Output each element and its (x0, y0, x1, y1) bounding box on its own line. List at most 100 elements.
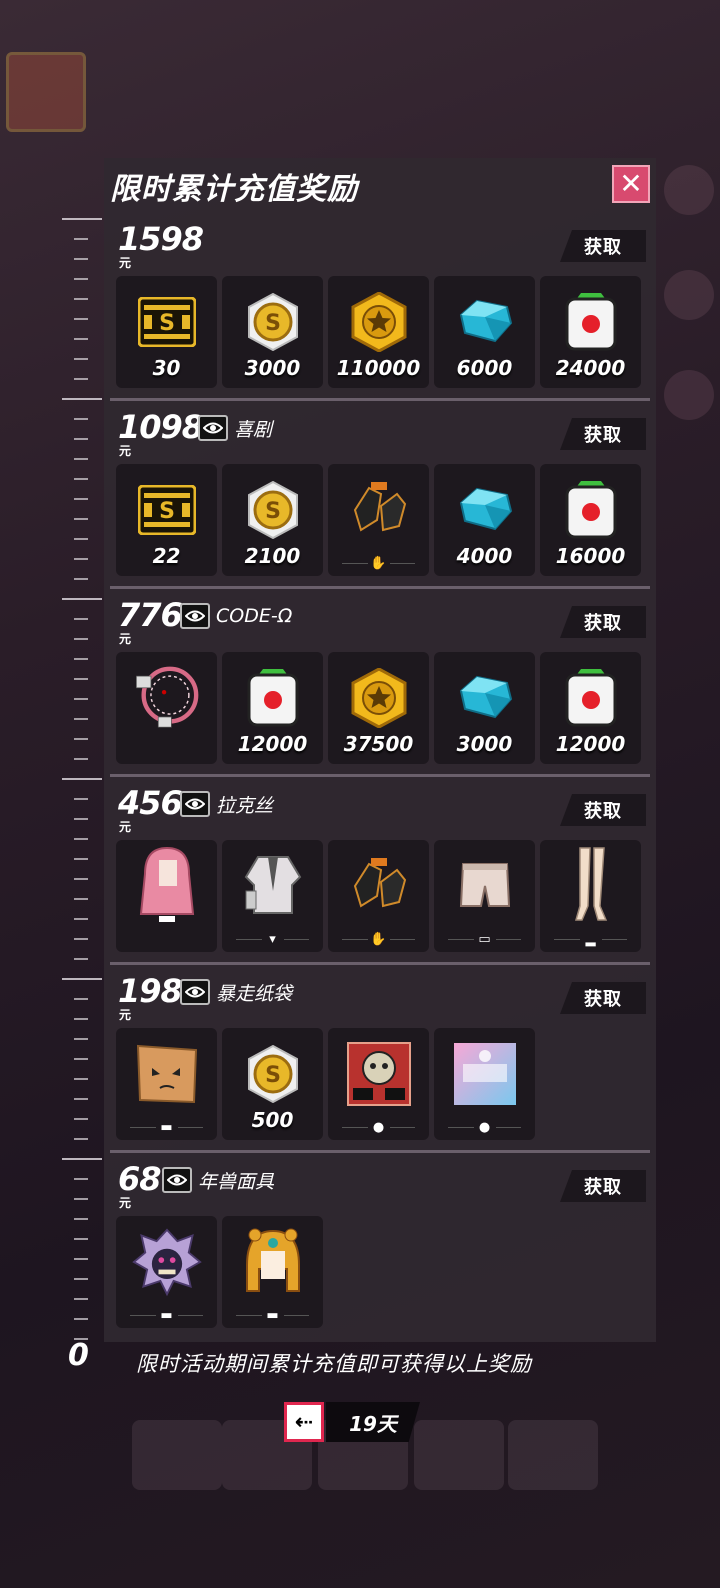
reward-item[interactable]: ▬ (116, 1028, 217, 1140)
tier-divider (110, 1150, 650, 1153)
skin-preview-tag[interactable]: CODE-Ω (180, 602, 292, 630)
reward-item[interactable] (116, 652, 217, 764)
reward-item[interactable]: 12000 (222, 652, 323, 764)
item-quantity: 500 (251, 1108, 294, 1132)
reward-items: ▾ ✋ ▭ ▂ (116, 840, 641, 952)
ruler-tick (74, 678, 88, 680)
ruler-tick (62, 598, 102, 600)
reward-item[interactable] (116, 840, 217, 952)
ruler-tick (62, 978, 102, 980)
ruler-tick (74, 438, 88, 440)
eye-icon[interactable] (198, 415, 228, 441)
close-button[interactable]: ✕ (612, 165, 650, 203)
eye-icon[interactable] (180, 791, 210, 817)
pants-slot-icon: ▭ (473, 931, 496, 947)
get-button[interactable]: 获取 (560, 606, 646, 638)
tier-68: 68 元年兽面具 获取 ▬ ▬ (110, 1150, 650, 1338)
reward-item[interactable]: 3000 (434, 652, 535, 764)
eye-icon[interactable] (162, 1167, 192, 1193)
get-button[interactable]: 获取 (560, 982, 646, 1014)
skin-name: 喜剧 (234, 418, 273, 441)
ruler-tick (74, 298, 88, 300)
glove-slot-icon: ✋ (367, 555, 390, 571)
reward-item[interactable]: 24000 (540, 276, 641, 388)
shop-nav (414, 1420, 504, 1490)
timer-icon[interactable]: ⇠ (284, 1402, 324, 1442)
reward-item[interactable]: 6000 (434, 276, 535, 388)
gold-coin-icon: S (238, 476, 308, 544)
get-button[interactable]: 获取 (560, 1170, 646, 1202)
star-medal-icon (344, 288, 414, 356)
panel-title: 限时累计充值奖励 (110, 172, 358, 207)
ruler-tick (74, 1018, 88, 1020)
reward-item[interactable]: ▾ (222, 840, 323, 952)
person-slot-icon: ● (473, 1119, 496, 1135)
reward-item[interactable]: S 22 (116, 464, 217, 576)
reward-item[interactable]: 4000 (434, 464, 535, 576)
lion-mask-icon (131, 1228, 202, 1297)
reward-items: S 30 S 3000 110000 6000 24000 (116, 276, 641, 388)
reward-item[interactable]: ▬ (116, 1216, 217, 1328)
skin-preview-tag[interactable]: 年兽面具 (162, 1166, 274, 1194)
paper-bag-icon (132, 1040, 202, 1108)
ruler-tick (74, 898, 88, 900)
tier-456: 456 元 拉克丝 获取 ▾ ✋ ▭ ▂ (110, 774, 650, 962)
reward-items: 12000 37500 3000 12000 (116, 652, 641, 764)
ruler-tick (74, 1098, 88, 1100)
reward-item[interactable]: ● (434, 1028, 535, 1140)
ruler-tick (74, 1058, 88, 1060)
ruler-tick (74, 258, 88, 260)
reward-item[interactable]: ▭ (434, 840, 535, 952)
pink-hair-icon (132, 846, 202, 922)
ruler-tick (74, 238, 88, 240)
get-button[interactable]: 获取 (560, 794, 646, 826)
tier-amount: 1598 (118, 220, 204, 258)
reward-item[interactable]: ✋ (328, 464, 429, 576)
ruler-tick (74, 458, 88, 460)
hat-slot-icon: ▬ (155, 1119, 178, 1135)
tiger-hood-icon (238, 1228, 308, 1296)
ruler-tick (74, 278, 88, 280)
ruler-tick (74, 358, 88, 360)
tier-amount: 68 (118, 1160, 162, 1198)
item-quantity: 30 (152, 356, 181, 380)
reward-item[interactable]: S 2100 (222, 464, 323, 576)
skin-preview-tag[interactable]: 喜剧 (198, 414, 272, 442)
reward-item[interactable]: ✋ (328, 840, 429, 952)
reward-items: ▬ S 500 ● ● (116, 1028, 535, 1140)
reward-item[interactable]: ▂ (540, 840, 641, 952)
get-button[interactable]: 获取 (560, 418, 646, 450)
eye-icon[interactable] (180, 603, 210, 629)
get-button[interactable]: 获取 (560, 230, 646, 262)
star-medal-icon (344, 664, 414, 732)
reward-item[interactable]: S 3000 (222, 276, 323, 388)
reward-item[interactable]: S 500 (222, 1028, 323, 1140)
item-quantity: 4000 (456, 544, 513, 568)
ruler-tick (74, 1118, 88, 1120)
eye-icon[interactable] (180, 979, 210, 1005)
shirt-slot-icon: ▾ (261, 931, 284, 947)
ruler-tick (62, 398, 102, 400)
ruler-tick (74, 858, 88, 860)
reward-item[interactable]: S 30 (116, 276, 217, 388)
reward-item[interactable]: 37500 (328, 652, 429, 764)
reward-item[interactable]: ▬ (222, 1216, 323, 1328)
timer-days: 19天 (326, 1402, 420, 1442)
ruler-tick (74, 638, 88, 640)
ruler-tick (74, 1318, 88, 1320)
item-quantity: 16000 (555, 544, 626, 568)
person-slot-icon: ● (367, 1119, 390, 1135)
reward-item[interactable]: ● (328, 1028, 429, 1140)
ruler-zero-label: 0 (68, 1338, 89, 1373)
reward-item[interactable]: 110000 (328, 276, 429, 388)
ruler-tick (74, 418, 88, 420)
skin-preview-tag[interactable]: 暴走纸袋 (180, 978, 292, 1006)
red-dot-box-icon (556, 476, 626, 544)
reward-item[interactable]: 12000 (540, 652, 641, 764)
currency-label: 元 (119, 1008, 132, 1022)
side-icon (664, 270, 714, 320)
currency-label: 元 (119, 820, 132, 834)
skin-preview-tag[interactable]: 拉克丝 (180, 790, 273, 818)
red-dot-box-icon (238, 664, 308, 732)
reward-item[interactable]: 16000 (540, 464, 641, 576)
